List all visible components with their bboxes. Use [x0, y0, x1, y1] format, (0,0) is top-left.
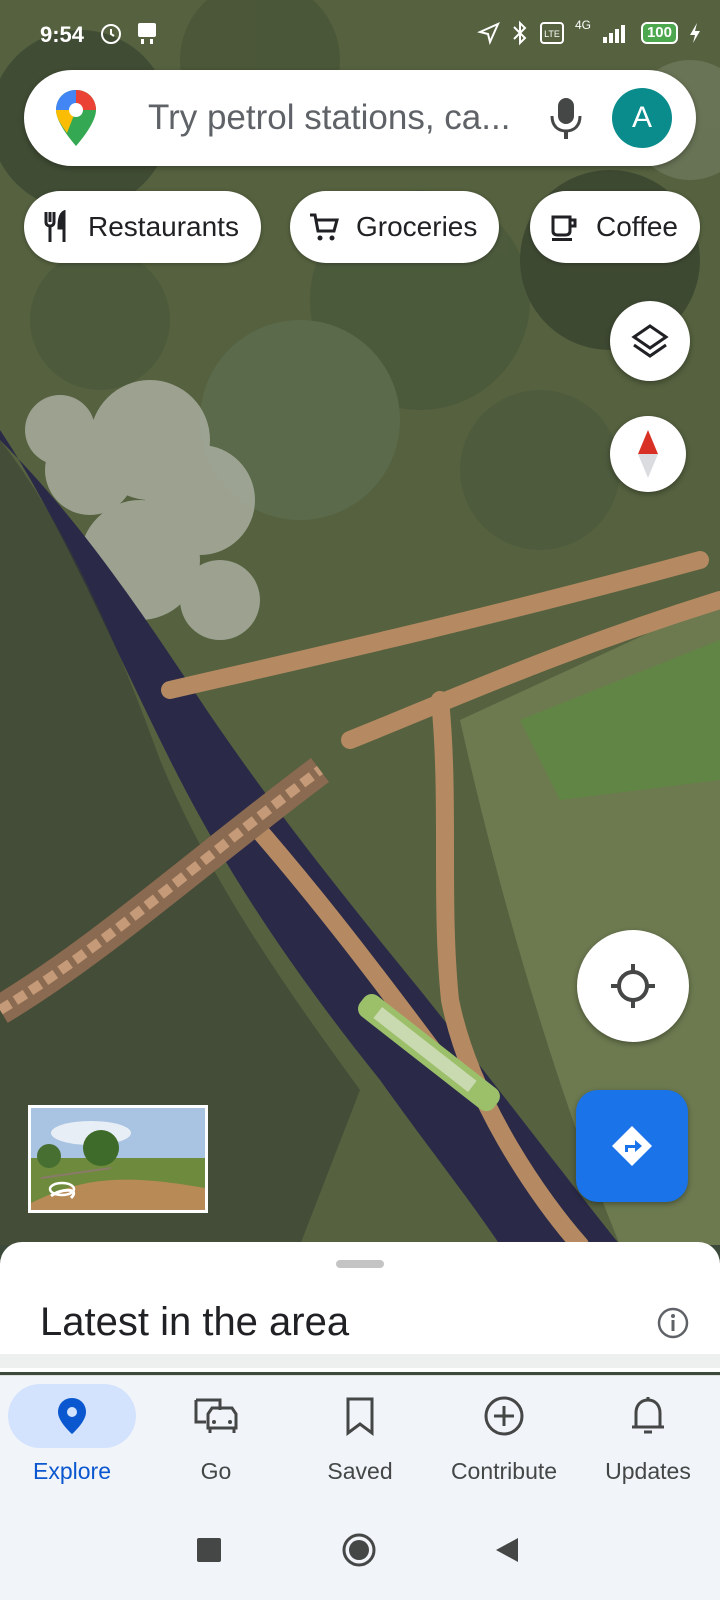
account-avatar[interactable]: A — [612, 88, 672, 148]
microphone-icon[interactable] — [544, 94, 588, 142]
map-imagery — [0, 0, 720, 1245]
directions-icon — [612, 1126, 652, 1166]
cart-icon — [310, 213, 339, 241]
bluetooth-icon — [513, 20, 527, 46]
nav-label: Updates — [605, 1458, 691, 1484]
bell-icon — [632, 1397, 664, 1434]
nav-label: Contribute — [450, 1458, 558, 1484]
nav-label: Explore — [33, 1458, 111, 1484]
chip-label: Coffee — [596, 211, 678, 242]
location-pin-icon — [58, 1398, 86, 1434]
google-maps-logo-icon — [56, 90, 96, 146]
layers-icon — [631, 324, 669, 358]
signal-icon — [602, 25, 625, 43]
charging-icon — [690, 23, 700, 43]
divider — [0, 1354, 720, 1368]
notification-icon — [138, 23, 156, 44]
back-icon[interactable] — [494, 1536, 520, 1564]
status-bar: 9:54 LTE 4G 100 — [0, 0, 720, 70]
chip-label: Restaurants — [88, 211, 239, 242]
system-navigation-bar — [0, 1505, 720, 1600]
search-input[interactable]: Try petrol stations, ca... — [148, 98, 528, 138]
coffee-cup-icon — [551, 215, 577, 241]
my-location-button[interactable] — [577, 930, 689, 1042]
nav-updates[interactable]: Updates — [576, 1376, 720, 1506]
search-bar[interactable]: Try petrol stations, ca... A — [24, 70, 696, 166]
nav-explore[interactable]: Explore — [0, 1376, 144, 1506]
fork-knife-icon — [44, 210, 66, 242]
status-time: 9:54 — [40, 22, 85, 47]
street-view-thumbnail[interactable] — [28, 1105, 208, 1213]
commute-icon — [194, 1398, 238, 1433]
layers-button[interactable] — [610, 301, 690, 381]
nav-contribute[interactable]: Contribute — [432, 1376, 576, 1506]
chip-coffee[interactable]: Coffee — [530, 191, 700, 263]
bookmark-icon — [346, 1397, 374, 1436]
sheet-title: Latest in the area — [40, 1300, 350, 1344]
network-type: 4G — [574, 18, 591, 32]
rotate-360-icon — [48, 1181, 76, 1197]
drag-handle[interactable] — [336, 1260, 384, 1268]
chip-groceries[interactable]: Groceries — [290, 191, 500, 263]
chip-restaurants[interactable]: Restaurants — [24, 191, 261, 263]
bottom-sheet[interactable]: Latest in the area — [0, 1242, 720, 1372]
bottom-navigation: Explore Go Saved Contribute Updates — [0, 1375, 720, 1505]
info-icon[interactable] — [656, 1306, 690, 1340]
nav-label: Go — [200, 1458, 232, 1484]
alarm-icon — [101, 24, 121, 44]
satellite-map[interactable] — [0, 0, 720, 1245]
nav-go[interactable]: Go — [144, 1376, 288, 1506]
add-circle-icon — [484, 1396, 524, 1436]
compass-icon — [638, 430, 658, 478]
recents-icon[interactable] — [196, 1537, 222, 1563]
battery-indicator: 100 — [640, 22, 678, 44]
home-icon[interactable] — [341, 1532, 377, 1568]
svg-text:LTE: LTE — [544, 29, 560, 39]
my-location-icon — [611, 964, 655, 1008]
volte-icon: LTE — [539, 22, 564, 44]
nav-label: Saved — [327, 1458, 393, 1484]
chip-label: Groceries — [356, 211, 478, 242]
directions-button[interactable] — [576, 1090, 688, 1202]
location-arrow-icon — [476, 22, 500, 45]
compass-button[interactable] — [610, 416, 686, 492]
nav-saved[interactable]: Saved — [288, 1376, 432, 1506]
